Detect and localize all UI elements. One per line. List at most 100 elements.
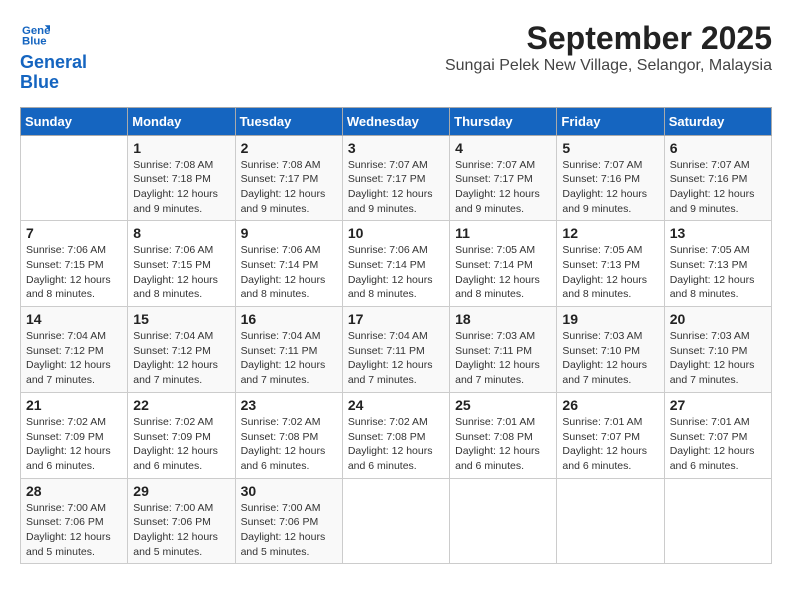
header-sunday: Sunday [21, 107, 128, 135]
day-info: Sunrise: 7:08 AMSunset: 7:18 PMDaylight:… [133, 158, 229, 217]
day-number: 27 [670, 397, 766, 413]
header-monday: Monday [128, 107, 235, 135]
day-number: 1 [133, 140, 229, 156]
day-number: 10 [348, 225, 444, 241]
calendar-cell: 27 Sunrise: 7:01 AMSunset: 7:07 PMDayligh… [664, 392, 771, 478]
day-info: Sunrise: 7:01 AMSunset: 7:07 PMDaylight:… [670, 415, 766, 474]
calendar-cell: 6 Sunrise: 7:07 AMSunset: 7:16 PMDaylight… [664, 135, 771, 221]
day-number: 11 [455, 225, 551, 241]
calendar-cell [664, 478, 771, 564]
day-info: Sunrise: 7:00 AMSunset: 7:06 PMDaylight:… [241, 501, 337, 560]
day-number: 7 [26, 225, 122, 241]
calendar-cell: 28 Sunrise: 7:00 AMSunset: 7:06 PMDayligh… [21, 478, 128, 564]
calendar-cell: 18 Sunrise: 7:03 AMSunset: 7:11 PMDayligh… [450, 307, 557, 393]
day-info: Sunrise: 7:04 AMSunset: 7:12 PMDaylight:… [26, 329, 122, 388]
day-info: Sunrise: 7:05 AMSunset: 7:14 PMDaylight:… [455, 243, 551, 302]
day-info: Sunrise: 7:08 AMSunset: 7:17 PMDaylight:… [241, 158, 337, 217]
day-info: Sunrise: 7:00 AMSunset: 7:06 PMDaylight:… [133, 501, 229, 560]
day-number: 21 [26, 397, 122, 413]
day-info: Sunrise: 7:04 AMSunset: 7:12 PMDaylight:… [133, 329, 229, 388]
day-info: Sunrise: 7:02 AMSunset: 7:08 PMDaylight:… [241, 415, 337, 474]
page-title: September 2025 [445, 20, 772, 57]
calendar-cell: 17 Sunrise: 7:04 AMSunset: 7:11 PMDayligh… [342, 307, 449, 393]
day-number: 8 [133, 225, 229, 241]
day-info: Sunrise: 7:02 AMSunset: 7:09 PMDaylight:… [26, 415, 122, 474]
day-number: 23 [241, 397, 337, 413]
calendar-cell: 13 Sunrise: 7:05 AMSunset: 7:13 PMDayligh… [664, 221, 771, 307]
calendar-cell: 15 Sunrise: 7:04 AMSunset: 7:12 PMDayligh… [128, 307, 235, 393]
day-number: 4 [455, 140, 551, 156]
calendar-cell: 5Sunrise: 7:07 AMSunset: 7:16 PMDaylight… [557, 135, 664, 221]
day-number: 9 [241, 225, 337, 241]
calendar-cell: 30 Sunrise: 7:00 AMSunset: 7:06 PMDayligh… [235, 478, 342, 564]
day-info: Sunrise: 7:04 AMSunset: 7:11 PMDaylight:… [241, 329, 337, 388]
header-wednesday: Wednesday [342, 107, 449, 135]
day-info: Sunrise: 7:06 AMSunset: 7:14 PMDaylight:… [241, 243, 337, 302]
calendar-cell: 21 Sunrise: 7:02 AMSunset: 7:09 PMDayligh… [21, 392, 128, 478]
header-thursday: Thursday [450, 107, 557, 135]
day-number: 24 [348, 397, 444, 413]
calendar-header-row: SundayMondayTuesdayWednesdayThursdayFrid… [21, 107, 772, 135]
calendar-cell [450, 478, 557, 564]
day-number: 15 [133, 311, 229, 327]
logo-line1: General [20, 52, 87, 72]
calendar-cell: 25 Sunrise: 7:01 AMSunset: 7:08 PMDayligh… [450, 392, 557, 478]
day-number: 30 [241, 483, 337, 499]
day-number: 20 [670, 311, 766, 327]
calendar-cell: 29 Sunrise: 7:00 AMSunset: 7:06 PMDayligh… [128, 478, 235, 564]
calendar-cell: 26Sunrise: 7:01 AMSunset: 7:07 PMDayligh… [557, 392, 664, 478]
calendar-cell: 19Sunrise: 7:03 AMSunset: 7:10 PMDayligh… [557, 307, 664, 393]
calendar-week-1: 1 Sunrise: 7:08 AMSunset: 7:18 PMDaylight… [21, 135, 772, 221]
day-info: Sunrise: 7:03 AMSunset: 7:11 PMDaylight:… [455, 329, 551, 388]
calendar-cell [557, 478, 664, 564]
calendar-week-5: 28 Sunrise: 7:00 AMSunset: 7:06 PMDayligh… [21, 478, 772, 564]
header-friday: Friday [557, 107, 664, 135]
calendar-table: SundayMondayTuesdayWednesdayThursdayFrid… [20, 107, 772, 565]
day-info: Sunrise: 7:04 AMSunset: 7:11 PMDaylight:… [348, 329, 444, 388]
calendar-cell [342, 478, 449, 564]
calendar-cell: 4Sunrise: 7:07 AMSunset: 7:17 PMDaylight… [450, 135, 557, 221]
calendar-cell: 1 Sunrise: 7:08 AMSunset: 7:18 PMDaylight… [128, 135, 235, 221]
calendar-cell: 9 Sunrise: 7:06 AMSunset: 7:14 PMDaylight… [235, 221, 342, 307]
calendar-cell [21, 135, 128, 221]
calendar-week-3: 14Sunrise: 7:04 AMSunset: 7:12 PMDayligh… [21, 307, 772, 393]
day-info: Sunrise: 7:00 AMSunset: 7:06 PMDaylight:… [26, 501, 122, 560]
day-number: 22 [133, 397, 229, 413]
calendar-cell: 12Sunrise: 7:05 AMSunset: 7:13 PMDayligh… [557, 221, 664, 307]
logo-icon: General Blue [22, 20, 50, 48]
day-number: 28 [26, 483, 122, 499]
calendar-cell: 11 Sunrise: 7:05 AMSunset: 7:14 PMDayligh… [450, 221, 557, 307]
day-info: Sunrise: 7:05 AMSunset: 7:13 PMDaylight:… [670, 243, 766, 302]
calendar-cell: 16Sunrise: 7:04 AMSunset: 7:11 PMDayligh… [235, 307, 342, 393]
calendar-cell: 7 Sunrise: 7:06 AMSunset: 7:15 PMDaylight… [21, 221, 128, 307]
page-subtitle: Sungai Pelek New Village, Selangor, Mala… [445, 57, 772, 75]
day-info: Sunrise: 7:03 AMSunset: 7:10 PMDaylight:… [670, 329, 766, 388]
calendar-cell: 23 Sunrise: 7:02 AMSunset: 7:08 PMDayligh… [235, 392, 342, 478]
day-info: Sunrise: 7:06 AMSunset: 7:15 PMDaylight:… [26, 243, 122, 302]
day-number: 5 [562, 140, 658, 156]
day-info: Sunrise: 7:01 AMSunset: 7:08 PMDaylight:… [455, 415, 551, 474]
logo: General Blue General Blue [20, 20, 87, 93]
day-number: 29 [133, 483, 229, 499]
day-number: 17 [348, 311, 444, 327]
logo-line2: Blue [20, 72, 59, 92]
day-number: 13 [670, 225, 766, 241]
day-info: Sunrise: 7:07 AMSunset: 7:16 PMDaylight:… [670, 158, 766, 217]
day-number: 26 [562, 397, 658, 413]
day-info: Sunrise: 7:02 AMSunset: 7:09 PMDaylight:… [133, 415, 229, 474]
day-info: Sunrise: 7:06 AMSunset: 7:15 PMDaylight:… [133, 243, 229, 302]
day-number: 18 [455, 311, 551, 327]
day-info: Sunrise: 7:03 AMSunset: 7:10 PMDaylight:… [562, 329, 658, 388]
header-saturday: Saturday [664, 107, 771, 135]
day-number: 2 [241, 140, 337, 156]
calendar-cell: 22 Sunrise: 7:02 AMSunset: 7:09 PMDayligh… [128, 392, 235, 478]
calendar-cell: 24 Sunrise: 7:02 AMSunset: 7:08 PMDayligh… [342, 392, 449, 478]
day-number: 3 [348, 140, 444, 156]
header-tuesday: Tuesday [235, 107, 342, 135]
day-number: 6 [670, 140, 766, 156]
calendar-cell: 8 Sunrise: 7:06 AMSunset: 7:15 PMDaylight… [128, 221, 235, 307]
calendar-cell: 14Sunrise: 7:04 AMSunset: 7:12 PMDayligh… [21, 307, 128, 393]
day-info: Sunrise: 7:02 AMSunset: 7:08 PMDaylight:… [348, 415, 444, 474]
day-number: 25 [455, 397, 551, 413]
calendar-cell: 10Sunrise: 7:06 AMSunset: 7:14 PMDayligh… [342, 221, 449, 307]
